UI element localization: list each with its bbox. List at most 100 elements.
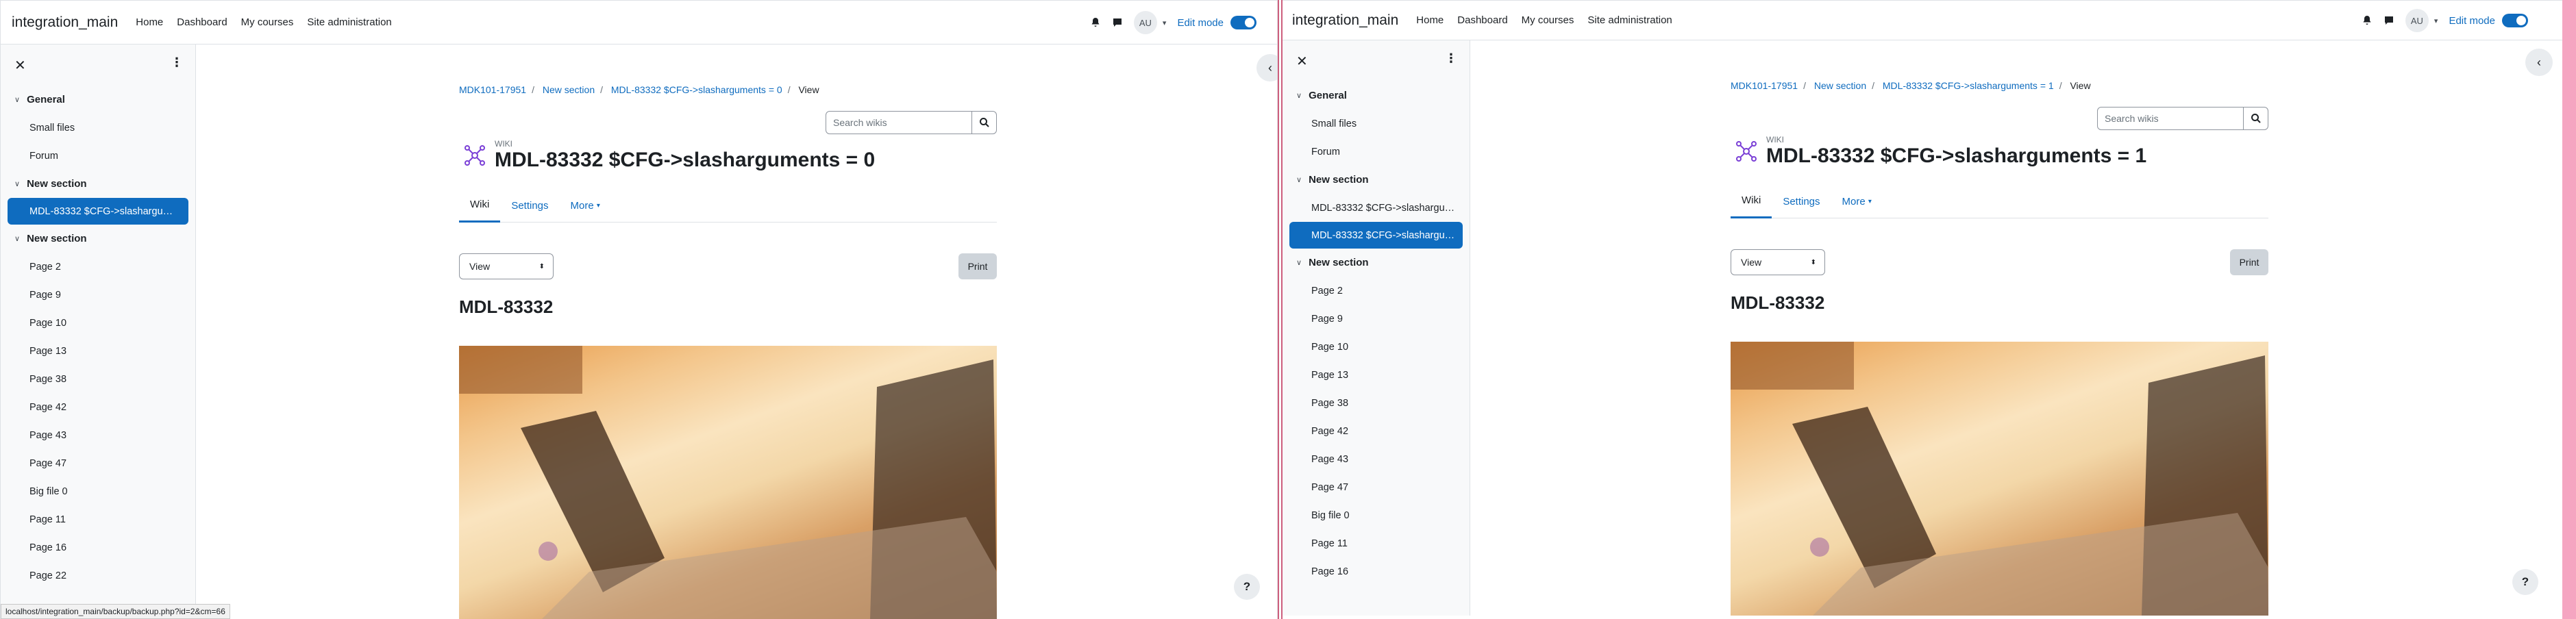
drawer-item-wiki[interactable]: MDL-83332 $CFG->slashargu… bbox=[1283, 194, 1470, 222]
status-bar-url: localhost/integration_main/backup/backup… bbox=[1, 604, 230, 619]
drawer-item-page[interactable]: Page 9 bbox=[1, 281, 195, 309]
chevron-left-icon[interactable]: ‹ bbox=[2525, 49, 2553, 76]
bell-icon[interactable] bbox=[2362, 15, 2373, 26]
avatar[interactable]: AU bbox=[1133, 11, 1157, 34]
nav-dashboard[interactable]: Dashboard bbox=[177, 16, 227, 28]
close-icon[interactable]: ✕ bbox=[1296, 53, 1308, 70]
close-icon[interactable]: ✕ bbox=[14, 57, 26, 74]
drawer-item-page[interactable]: Page 43 bbox=[1283, 445, 1470, 473]
kebab-icon[interactable]: ⋮ bbox=[171, 55, 183, 70]
section-title: General bbox=[27, 94, 65, 105]
chevron-down-icon: ▾ bbox=[1868, 197, 1872, 205]
module-label: WIKI bbox=[1766, 135, 1784, 144]
chevron-left-icon[interactable]: ‹ bbox=[1256, 54, 1277, 81]
section-general[interactable]: ∨ General bbox=[1283, 81, 1470, 110]
drawer-item-page[interactable]: Page 47 bbox=[1, 449, 195, 477]
drawer-item-page[interactable]: Page 13 bbox=[1, 337, 195, 365]
drawer-item-file[interactable]: Big file 0 bbox=[1283, 501, 1470, 529]
breadcrumb-course[interactable]: MDK101-17951 bbox=[459, 84, 526, 95]
edit-mode-toggle[interactable] bbox=[2502, 14, 2528, 27]
drawer-item-page[interactable]: Page 2 bbox=[1283, 277, 1470, 305]
drawer-item-wiki-active[interactable]: MDL-83332 $CFG->slashargu… bbox=[1289, 222, 1463, 249]
print-button[interactable]: Print bbox=[2230, 249, 2268, 275]
nav-my-courses[interactable]: My courses bbox=[1522, 14, 1574, 26]
nav-home[interactable]: Home bbox=[136, 16, 163, 28]
kebab-icon[interactable]: ⋮ bbox=[1445, 51, 1457, 66]
help-icon[interactable]: ? bbox=[2512, 569, 2538, 595]
site-brand[interactable]: integration_main bbox=[1292, 12, 1398, 29]
nav-site-administration[interactable]: Site administration bbox=[1587, 14, 1672, 26]
chat-icon[interactable] bbox=[2383, 15, 2394, 26]
search-input[interactable]: Search wikis bbox=[826, 111, 972, 134]
drawer-item-page[interactable]: Page 43 bbox=[1, 421, 195, 449]
breadcrumb-section[interactable]: New section bbox=[1814, 80, 1866, 91]
drawer-item-page[interactable]: Page 9 bbox=[1283, 305, 1470, 333]
drawer-item-small-files[interactable]: Small files bbox=[1283, 110, 1470, 138]
avatar[interactable]: AU bbox=[2405, 9, 2429, 32]
drawer-item-forum[interactable]: Forum bbox=[1283, 138, 1470, 166]
tab-settings[interactable]: Settings bbox=[1772, 184, 1831, 218]
course-index-drawer: ✕ ⋮ ∨ General Small files Forum ∨ New sect… bbox=[1283, 40, 1470, 616]
drawer-item-page[interactable]: Page 13 bbox=[1283, 361, 1470, 389]
drawer-item-forum[interactable]: Forum bbox=[1, 142, 195, 170]
edit-mode-label[interactable]: Edit mode bbox=[1177, 17, 1224, 29]
section-new-section[interactable]: ∨ New section bbox=[1283, 249, 1470, 277]
drawer-item-page[interactable]: Page 16 bbox=[1, 533, 195, 561]
nav-site-administration[interactable]: Site administration bbox=[307, 16, 391, 28]
breadcrumb: MDK101-17951/ New section / MDL-83332 $CF… bbox=[459, 84, 819, 95]
navbar-actions: AU ▾ Edit mode bbox=[2362, 1, 2528, 40]
drawer-item-page[interactable]: Page 42 bbox=[1283, 417, 1470, 445]
section-new-section[interactable]: ∨ New section bbox=[1283, 166, 1470, 194]
drawer-item-file[interactable]: Big file 0 bbox=[1, 477, 195, 505]
breadcrumb-activity[interactable]: MDL-83332 $CFG->slasharguments = 0 bbox=[611, 84, 782, 95]
tab-more[interactable]: More ▾ bbox=[560, 188, 611, 223]
primary-nav: Home Dashboard My courses Site administr… bbox=[136, 16, 392, 28]
tab-wiki[interactable]: Wiki bbox=[459, 188, 501, 223]
tab-settings[interactable]: Settings bbox=[500, 188, 559, 223]
breadcrumb-section[interactable]: New section bbox=[543, 84, 595, 95]
section-new-section[interactable]: ∨ New section bbox=[1, 170, 195, 198]
drawer-item-small-files[interactable]: Small files bbox=[1, 114, 195, 142]
drawer-item-page[interactable]: Page 38 bbox=[1, 365, 195, 393]
breadcrumb-course[interactable]: MDK101-17951 bbox=[1731, 80, 1798, 91]
tab-wiki[interactable]: Wiki bbox=[1731, 184, 1772, 218]
drawer-item-page[interactable]: Page 2 bbox=[1, 253, 195, 281]
bell-icon[interactable] bbox=[1090, 17, 1101, 28]
chat-icon[interactable] bbox=[1112, 17, 1123, 28]
breadcrumb: MDK101-17951/ New section / MDL-83332 $CF… bbox=[1731, 80, 2091, 91]
sort-arrows-icon: ⬍ bbox=[538, 262, 545, 270]
search-button[interactable] bbox=[2244, 107, 2268, 130]
drawer-item-wiki-active[interactable]: MDL-83332 $CFG->slashargu… bbox=[8, 198, 188, 225]
section-title: New section bbox=[1309, 174, 1369, 186]
drawer-item-page[interactable]: Page 11 bbox=[1, 505, 195, 533]
drawer-item-page[interactable]: Page 47 bbox=[1283, 473, 1470, 501]
drawer-item-page[interactable]: Page 42 bbox=[1, 393, 195, 421]
edit-mode-toggle[interactable] bbox=[1230, 16, 1256, 29]
site-brand[interactable]: integration_main bbox=[12, 14, 118, 31]
view-select[interactable]: View ⬍ bbox=[1731, 249, 1825, 275]
nav-dashboard[interactable]: Dashboard bbox=[1457, 14, 1507, 26]
nav-my-courses[interactable]: My courses bbox=[241, 16, 294, 28]
tab-more[interactable]: More ▾ bbox=[1831, 184, 1883, 218]
drawer-item-page[interactable]: Page 16 bbox=[1283, 557, 1470, 585]
navbar: integration_main Home Dashboard My cours… bbox=[1, 1, 1277, 45]
section-new-section[interactable]: ∨ New section bbox=[1, 225, 195, 253]
navbar: integration_main Home Dashboard My cours… bbox=[1283, 1, 2562, 40]
print-button[interactable]: Print bbox=[958, 253, 997, 279]
chevron-down-icon[interactable]: ▾ bbox=[2434, 16, 2438, 25]
view-select[interactable]: View ⬍ bbox=[459, 253, 554, 279]
search-button[interactable] bbox=[972, 111, 997, 134]
breadcrumb-activity[interactable]: MDL-83332 $CFG->slasharguments = 1 bbox=[1883, 80, 2054, 91]
edit-mode-label[interactable]: Edit mode bbox=[2449, 15, 2495, 27]
help-icon[interactable]: ? bbox=[1234, 574, 1260, 600]
chevron-down-icon[interactable]: ▾ bbox=[1163, 18, 1167, 27]
section-general[interactable]: ∨ General bbox=[1, 86, 195, 114]
split-divider-line bbox=[1279, 0, 1281, 619]
search-input[interactable]: Search wikis bbox=[2097, 107, 2244, 130]
drawer-item-page[interactable]: Page 10 bbox=[1283, 333, 1470, 361]
drawer-item-page[interactable]: Page 11 bbox=[1283, 529, 1470, 557]
drawer-item-page[interactable]: Page 22 bbox=[1, 561, 195, 590]
nav-home[interactable]: Home bbox=[1416, 14, 1444, 26]
drawer-item-page[interactable]: Page 10 bbox=[1, 309, 195, 337]
drawer-item-page[interactable]: Page 38 bbox=[1283, 389, 1470, 417]
